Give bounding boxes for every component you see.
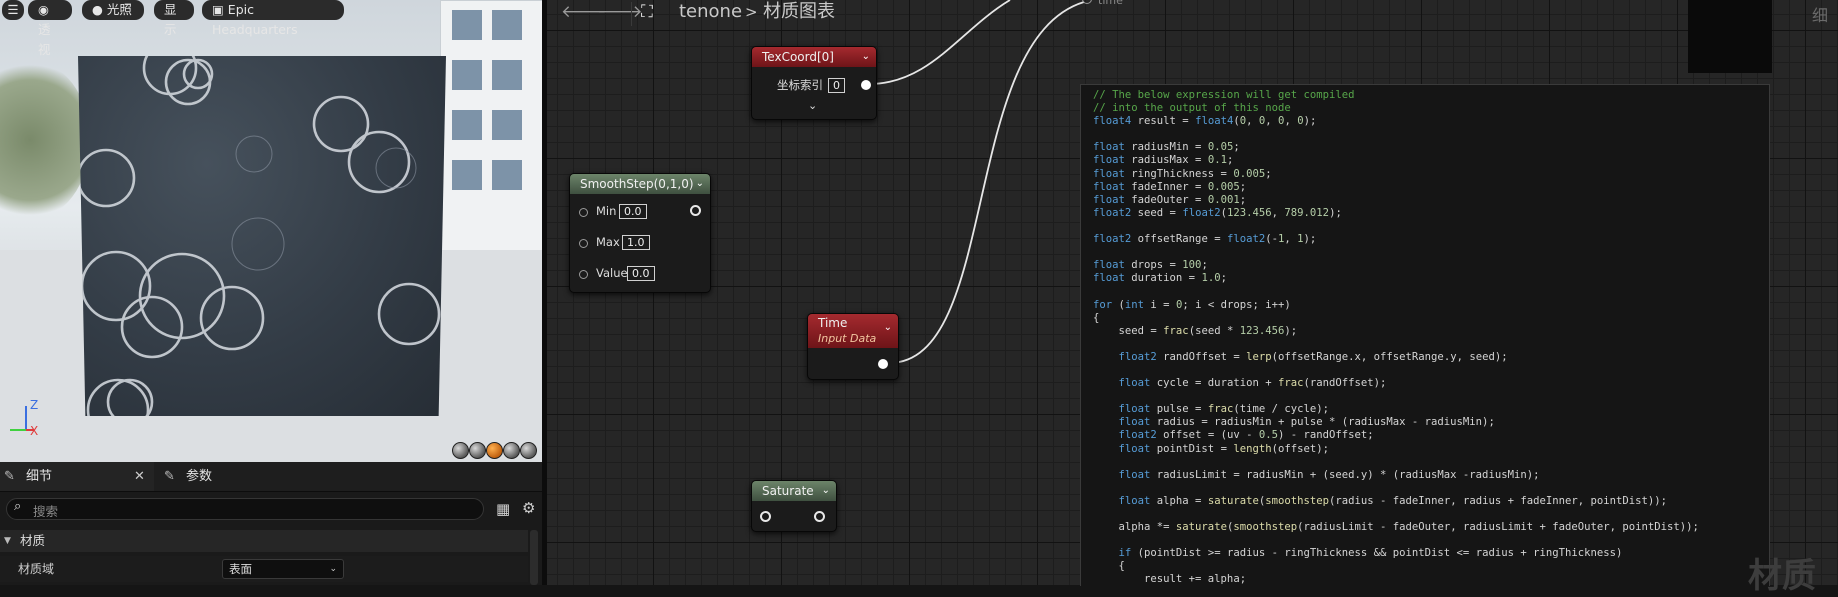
custom-code-node[interactable]: // The below expression will get compile… (1080, 84, 1770, 586)
code-line: float alpha = saturate(smoothstep(radius… (1118, 494, 1668, 507)
custom-input-label: time (1098, 0, 1123, 7)
code-line: float2 randOffset = lerp(offsetRange.x, … (1118, 350, 1508, 363)
code-line: float fadeOuter = 0.001; (1093, 193, 1247, 206)
code-line: // The below expression will get compile… (1093, 89, 1355, 101)
node-title: SmoothStep(0,1,0) ⌄ (570, 174, 710, 194)
code-line: result += alpha; (1144, 573, 1247, 586)
code-line: float radius = radiusMin + pulse * (radi… (1118, 416, 1495, 429)
code-line: { (1093, 311, 1100, 324)
code-line: seed = frac(seed * 123.456); (1093, 324, 1298, 337)
corner-label: 细 (1812, 6, 1829, 25)
code-line: // into the output of this node (1093, 102, 1291, 115)
code-line: { (1118, 560, 1125, 573)
code-line: float drops = 100; (1093, 259, 1208, 272)
breadcrumb-separator: > (745, 3, 758, 21)
code-line: float cycle = duration + frac(randOffset… (1118, 377, 1387, 390)
code-line: float pointDist = length(offset); (1118, 442, 1330, 455)
node-title: Time Input Data ⌄ (808, 314, 898, 348)
texcoord-node[interactable]: TexCoord[0] ⌄ 坐标索引 0 ⌄ (751, 46, 877, 120)
code-line: if (pointDist >= radius - ringThickness … (1118, 547, 1623, 560)
output-pin[interactable] (861, 80, 871, 90)
input-pin-value[interactable] (579, 270, 588, 279)
code-line: float radiusLimit = radiusMin + (seed.y)… (1118, 468, 1540, 481)
input-pin[interactable] (760, 511, 771, 522)
code-line: float ringThickness = 0.005; (1093, 167, 1272, 180)
min-value-field[interactable]: 0.0 (619, 204, 647, 219)
coordinate-index-field[interactable]: 0 (828, 78, 845, 93)
code-line: float radiusMin = 0.05; (1093, 141, 1240, 154)
output-pin[interactable] (814, 511, 825, 522)
custom-node-preview (1688, 0, 1772, 73)
code-line: float duration = 1.0; (1093, 272, 1227, 285)
chevron-down-icon[interactable]: ⌄ (862, 47, 870, 67)
code-line: alpha *= saturate(smoothstep(radiusLimit… (1093, 521, 1699, 534)
smoothstep-node[interactable]: SmoothStep(0,1,0) ⌄ Min 0.0 Max 1.0 Value… (569, 173, 711, 293)
code-line: float fadeInner = 0.005; (1093, 180, 1247, 193)
chevron-down-icon[interactable]: ⌄ (884, 322, 892, 333)
input-pin-min[interactable] (579, 208, 588, 217)
code-line: float pulse = frac(time / cycle); (1118, 403, 1329, 416)
code-line: float radiusMax = 0.1; (1093, 154, 1234, 167)
chevron-down-icon[interactable]: ⌄ (822, 481, 830, 501)
graph-hierarchy-icon[interactable]: ⛶ (641, 2, 653, 22)
code-line: for (int i = 0; i < drops; i++) (1093, 298, 1291, 311)
breadcrumb-asset[interactable]: tenone (679, 0, 742, 24)
input-pin-max[interactable] (579, 239, 588, 248)
saturate-node[interactable]: Saturate ⌄ (751, 480, 837, 532)
graph-watermark: 材质 (1748, 556, 1816, 596)
forward-arrow-icon[interactable]: 🡒 (597, 2, 643, 22)
code-line: float2 seed = float2(123.456, 789.012); (1093, 206, 1342, 219)
time-node[interactable]: Time Input Data ⌄ (807, 313, 899, 380)
output-pin[interactable] (878, 359, 888, 369)
expand-chevron-icon[interactable]: ⌄ (808, 99, 817, 112)
code-editor[interactable]: // The below expression will get compile… (1093, 89, 1699, 587)
code-line: float4 result = float4(0, 0, 0, 0); (1093, 115, 1317, 128)
node-title: TexCoord[0] ⌄ (752, 47, 876, 67)
output-pin[interactable] (690, 205, 701, 216)
value-field[interactable]: 0.0 (627, 266, 655, 281)
code-line: float2 offsetRange = float2(-1, 1); (1093, 233, 1317, 246)
max-value-field[interactable]: 1.0 (622, 235, 650, 250)
breadcrumb-graph[interactable]: 材质图表 (763, 0, 835, 24)
node-title: Saturate ⌄ (752, 481, 836, 501)
chevron-down-icon[interactable]: ⌄ (696, 174, 704, 194)
graph-toolbar: 🡐 🡒 ⛶ tenone > 材质图表 (547, 0, 1838, 26)
code-line: float2 offset = (uv - 0.5) - randOffset; (1118, 429, 1374, 442)
